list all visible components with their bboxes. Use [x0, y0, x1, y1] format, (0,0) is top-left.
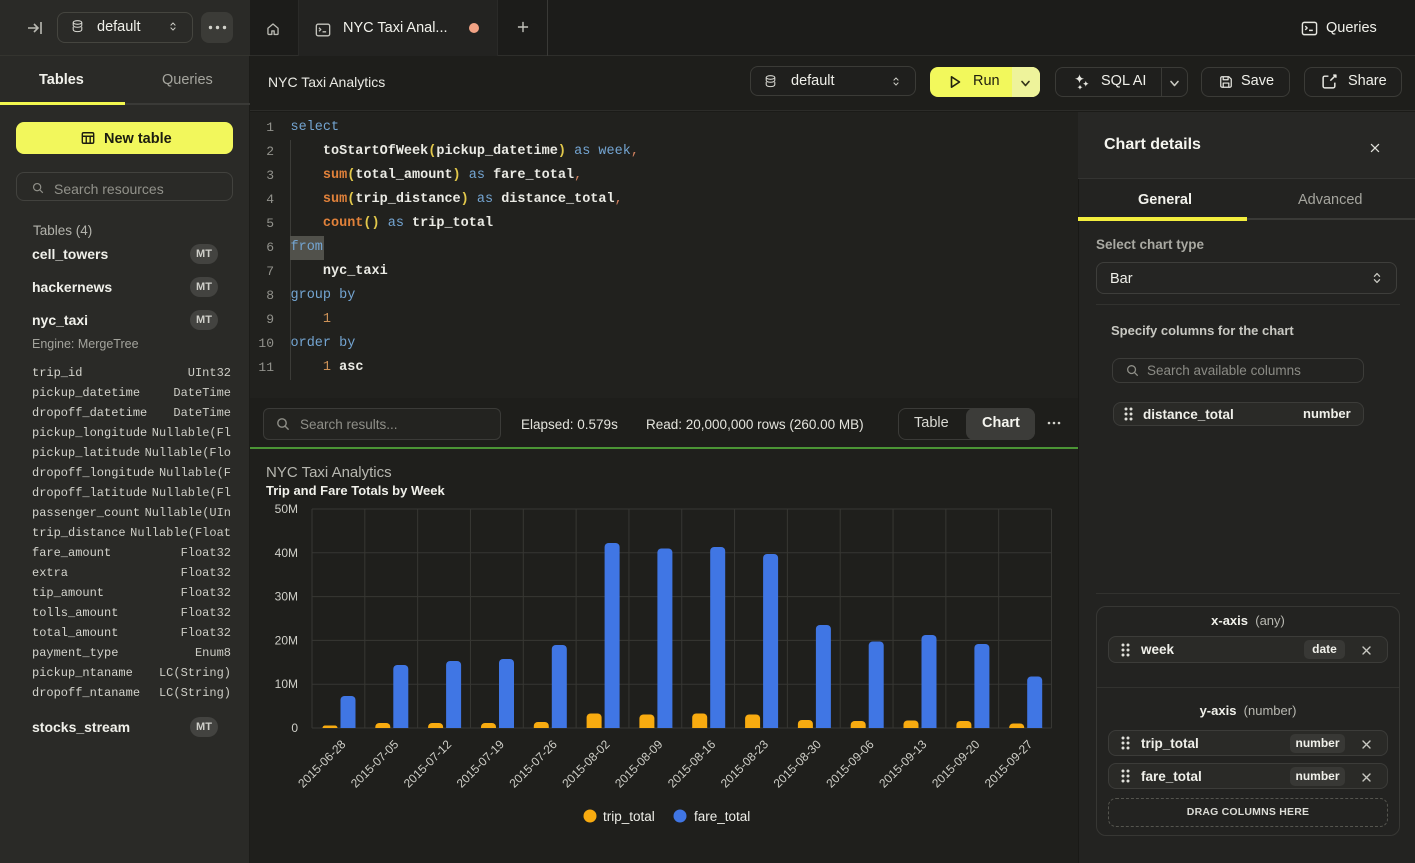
svg-text:2015-07-05: 2015-07-05: [348, 737, 402, 791]
svg-text:20M: 20M: [275, 633, 298, 647]
svg-text:2015-09-13: 2015-09-13: [876, 737, 930, 791]
svg-text:2015-09-20: 2015-09-20: [929, 737, 983, 791]
svg-text:2015-06-28: 2015-06-28: [295, 737, 349, 791]
svg-text:2015-09-06: 2015-09-06: [823, 737, 877, 791]
svg-text:2015-07-19: 2015-07-19: [454, 737, 508, 791]
svg-text:trip_total: trip_total: [603, 809, 655, 824]
svg-text:2015-08-02: 2015-08-02: [559, 737, 613, 791]
svg-text:2015-09-27: 2015-09-27: [982, 737, 1036, 791]
svg-text:2015-08-23: 2015-08-23: [718, 737, 772, 791]
svg-text:50M: 50M: [275, 502, 298, 516]
svg-text:40M: 40M: [275, 546, 298, 560]
svg-text:30M: 30M: [275, 590, 298, 604]
svg-text:fare_total: fare_total: [694, 809, 750, 824]
svg-text:2015-08-16: 2015-08-16: [665, 737, 719, 791]
svg-text:2015-08-30: 2015-08-30: [771, 737, 825, 791]
svg-text:2015-07-12: 2015-07-12: [401, 737, 455, 791]
svg-text:0: 0: [291, 721, 298, 735]
svg-text:2015-07-26: 2015-07-26: [507, 737, 561, 791]
svg-text:10M: 10M: [275, 677, 298, 691]
svg-text:2015-08-09: 2015-08-09: [612, 737, 666, 791]
